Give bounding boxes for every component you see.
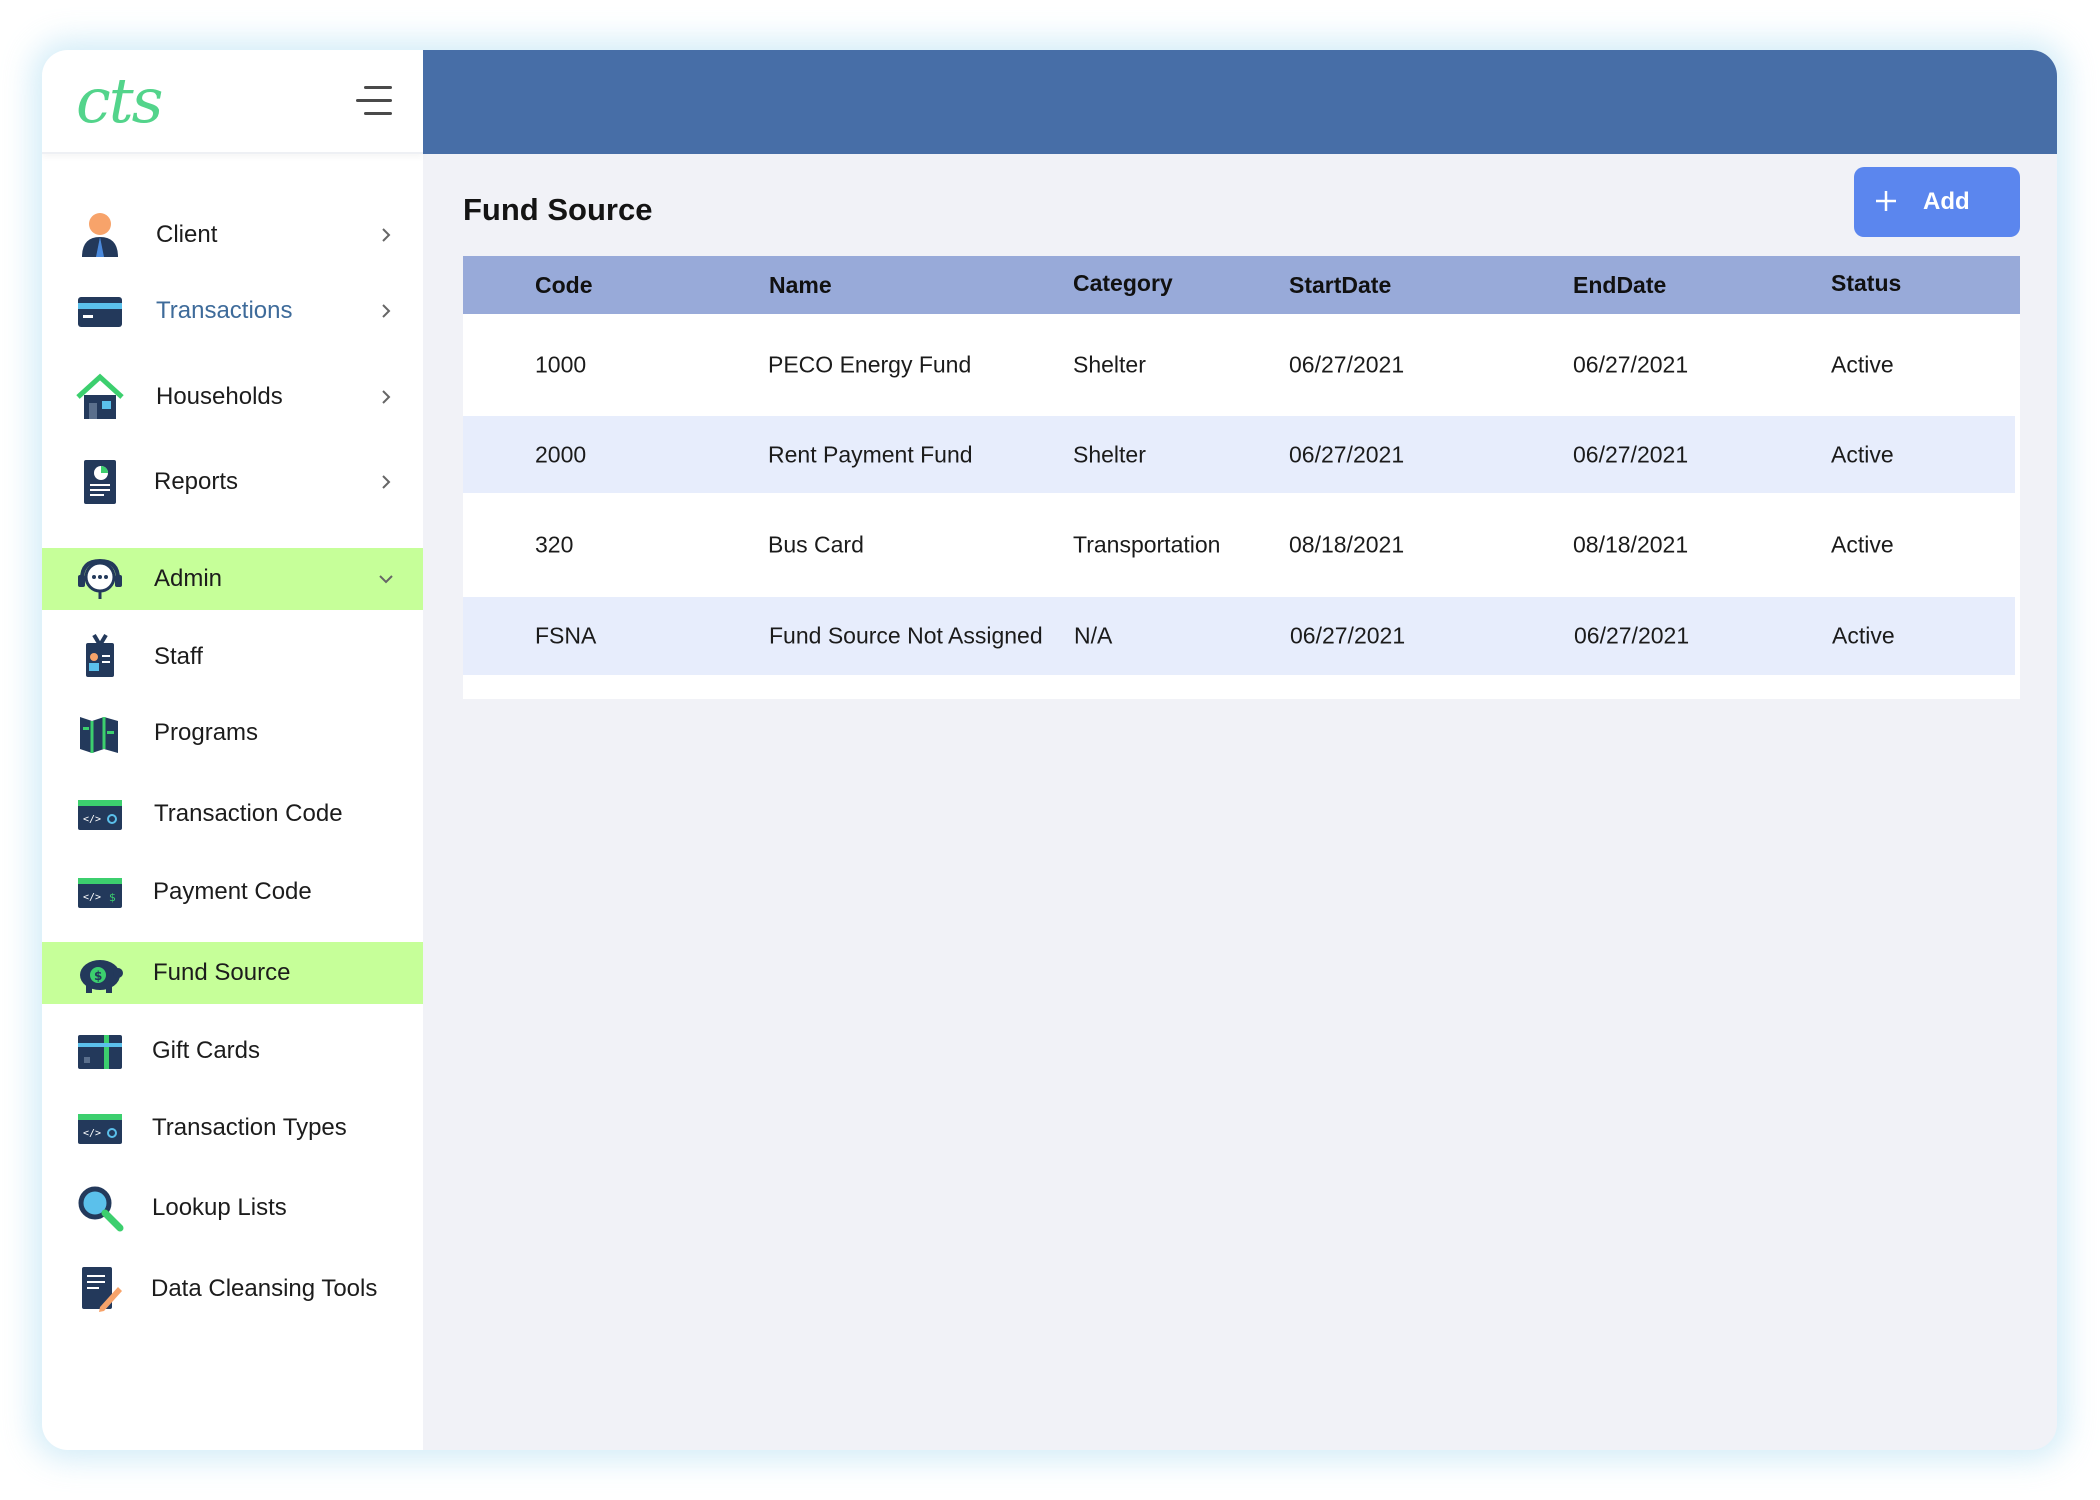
sidebar-item-reports[interactable]: Reports xyxy=(42,451,423,513)
table-header: Code Name Category StartDate EndDate Sta… xyxy=(463,256,2020,314)
headset-icon xyxy=(78,558,122,599)
cell-startdate: 06/27/2021 xyxy=(1289,441,1405,467)
sidebar-item-fund-source[interactable]: $ Fund Source xyxy=(42,942,423,1004)
sidebar-item-payment-code[interactable]: </> $ Payment Code xyxy=(42,861,423,923)
sidebar-item-programs[interactable]: Programs xyxy=(42,702,423,764)
add-button[interactable]: Add xyxy=(1854,167,2020,237)
sidebar-item-label: Staff xyxy=(154,643,203,670)
top-bar xyxy=(423,50,2057,154)
menu-toggle-icon[interactable] xyxy=(356,86,392,116)
plus-icon xyxy=(1876,191,1896,211)
cell-code: 1000 xyxy=(535,351,587,378)
code-window-icon: </> $ xyxy=(78,878,122,908)
sidebar-item-label: Transaction Types xyxy=(152,1114,347,1141)
app-logo: cts xyxy=(76,64,163,137)
cell-startdate: 06/27/2021 xyxy=(1290,622,1406,649)
cell-category: Transportation xyxy=(1073,531,1221,558)
sidebar-item-label: Data Cleansing Tools xyxy=(151,1275,378,1302)
house-icon xyxy=(76,373,124,419)
table-row[interactable]: 2000 Rent Payment Fund Shelter 06/27/202… xyxy=(463,416,2015,493)
sidebar-item-transaction-types[interactable]: </> Transaction Types xyxy=(42,1097,423,1159)
column-header-name[interactable]: Name xyxy=(769,272,832,299)
piggy-bank-icon: $ xyxy=(80,960,123,993)
sidebar-item-label: Lookup Lists xyxy=(152,1194,287,1221)
code-window-icon: </> xyxy=(78,800,122,830)
sidebar: cts Client Transactions Households Repor… xyxy=(42,50,423,1450)
edit-document-icon xyxy=(82,1267,122,1312)
sidebar-item-label: Fund Source xyxy=(153,959,291,986)
cell-enddate: 06/27/2021 xyxy=(1573,441,1689,467)
chevron-down-icon xyxy=(379,575,393,584)
column-header-category[interactable]: Category xyxy=(1073,270,1173,297)
cell-name: Fund Source Not Assigned xyxy=(769,622,1043,649)
cell-status: Active xyxy=(1832,622,1895,649)
cell-name: Bus Card xyxy=(768,531,864,558)
page-title: Fund Source xyxy=(463,192,653,227)
svg-text:$: $ xyxy=(94,969,102,983)
sidebar-item-transaction-code[interactable]: </> Transaction Code xyxy=(42,783,423,845)
logo-bar: cts xyxy=(42,50,423,154)
table-row[interactable]: 1000 PECO Energy Fund Shelter 06/27/2021… xyxy=(463,314,2020,416)
sidebar-item-data-cleansing-tools[interactable]: Data Cleansing Tools xyxy=(42,1258,423,1320)
cell-startdate: 08/18/2021 xyxy=(1289,531,1405,558)
sidebar-item-label: Programs xyxy=(154,719,259,746)
svg-text:</>: </> xyxy=(83,892,101,903)
column-header-code[interactable]: Code xyxy=(535,272,593,299)
sidebar-item-label: Transaction Code xyxy=(154,800,343,827)
cell-name: PECO Energy Fund xyxy=(768,351,972,378)
cell-enddate: 06/27/2021 xyxy=(1574,622,1690,649)
sidebar-item-label: Households xyxy=(156,383,283,410)
magnifier-icon xyxy=(78,1186,124,1232)
column-header-enddate[interactable]: EndDate xyxy=(1573,272,1666,299)
cell-status: Active xyxy=(1831,351,1894,378)
table-row[interactable]: 320 Bus Card Transportation 08/18/2021 0… xyxy=(463,493,2020,597)
cell-code: 2000 xyxy=(535,441,587,467)
sidebar-item-households[interactable]: Households xyxy=(42,366,423,428)
cell-enddate: 08/18/2021 xyxy=(1573,531,1689,558)
sidebar-item-label: Client xyxy=(156,221,218,248)
cell-startdate: 06/27/2021 xyxy=(1289,351,1405,378)
cell-code: 320 xyxy=(535,531,574,558)
sidebar-item-admin[interactable]: Admin xyxy=(42,548,423,610)
svg-text:</>: </> xyxy=(83,1128,101,1139)
sidebar-item-gift-cards[interactable]: Gift Cards xyxy=(42,1020,423,1082)
cell-category: Shelter xyxy=(1073,441,1146,467)
chevron-right-icon xyxy=(382,475,391,489)
sidebar-item-lookup-lists[interactable]: Lookup Lists xyxy=(42,1177,423,1239)
svg-text:</>: </> xyxy=(83,814,101,825)
svg-text:$: $ xyxy=(109,891,116,904)
sidebar-item-transactions[interactable]: Transactions xyxy=(42,280,423,342)
cell-status: Active xyxy=(1831,531,1894,558)
sidebar-item-client[interactable]: Client xyxy=(42,204,423,266)
sidebar-item-label: Reports xyxy=(154,468,239,495)
table-row[interactable]: FSNA Fund Source Not Assigned N/A 06/27/… xyxy=(463,597,2015,675)
cell-name: Rent Payment Fund xyxy=(768,441,973,467)
cell-status: Active xyxy=(1831,441,1894,467)
sidebar-item-label: Gift Cards xyxy=(152,1037,261,1064)
card-icon xyxy=(78,297,122,327)
app-window: cts Client Transactions Households Repor… xyxy=(42,50,2057,1450)
fund-source-table: Code Name Category StartDate EndDate Sta… xyxy=(463,256,2020,699)
sidebar-item-label: Transactions xyxy=(156,297,293,324)
sidebar-item-label: Admin xyxy=(154,565,223,592)
sidebar-item-label: Payment Code xyxy=(153,878,312,905)
cell-category: Shelter xyxy=(1073,351,1146,378)
chevron-right-icon xyxy=(382,228,391,242)
client-icon xyxy=(82,213,118,257)
cell-code: FSNA xyxy=(535,622,597,649)
report-icon xyxy=(84,460,116,504)
staff-badge-icon xyxy=(86,633,114,677)
sidebar-item-staff[interactable]: Staff xyxy=(42,626,423,688)
column-header-status[interactable]: Status xyxy=(1831,270,1901,297)
add-button-label: Add xyxy=(1923,188,1970,215)
cell-category: N/A xyxy=(1074,622,1113,649)
chevron-right-icon xyxy=(382,390,391,404)
chevron-right-icon xyxy=(382,304,391,318)
cell-enddate: 06/27/2021 xyxy=(1573,351,1689,378)
code-window-icon: </> xyxy=(78,1114,122,1144)
map-book-icon xyxy=(80,717,118,753)
gift-card-icon xyxy=(78,1035,122,1069)
column-header-startdate[interactable]: StartDate xyxy=(1289,272,1391,299)
